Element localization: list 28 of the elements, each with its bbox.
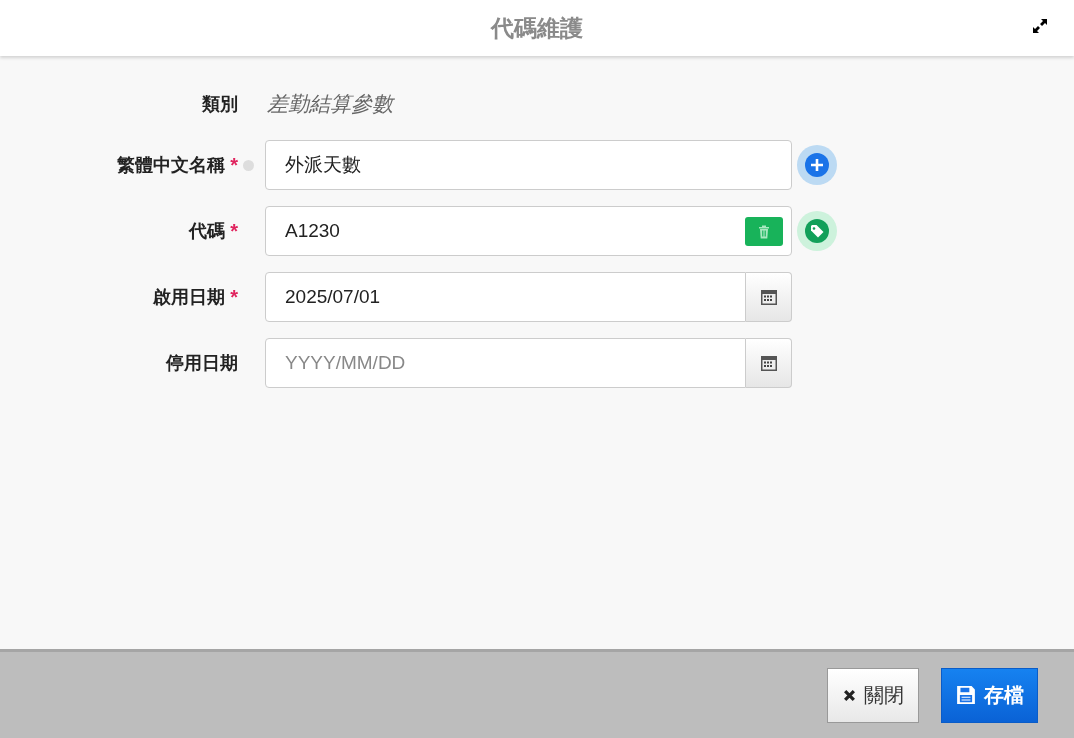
input-field[interactable]: A1230 (265, 206, 792, 256)
window-title: 代碼維護 (491, 13, 583, 43)
status-dot (243, 159, 254, 171)
field-label: 停用日期 (166, 352, 238, 375)
category-value: 差勤結算參數 (267, 91, 393, 117)
input-field[interactable]: YYYY/MM/DD (265, 338, 746, 388)
input-field[interactable]: 2025/07/01 (265, 272, 746, 322)
calendar-icon (759, 288, 778, 306)
expand-icon[interactable] (1032, 18, 1048, 34)
close-button[interactable]: 關閉 (827, 667, 919, 723)
required-mark: * (230, 153, 238, 177)
tag-button[interactable] (797, 211, 837, 251)
calendar-button[interactable] (746, 338, 792, 388)
field-label: 代碼 (189, 220, 226, 243)
calendar-icon (759, 354, 778, 372)
required-mark: * (230, 219, 238, 243)
trash-icon (758, 224, 770, 239)
input-field[interactable]: 外派天數 (265, 140, 792, 190)
save-button[interactable]: 存檔 (941, 667, 1038, 723)
field-label: 啟用日期 (153, 286, 226, 309)
field-label: 繁體中文名稱 (117, 154, 226, 177)
plus-icon (805, 153, 829, 177)
close-icon (842, 688, 856, 702)
tag-icon (805, 219, 829, 243)
add-button[interactable] (797, 145, 837, 185)
field-label: 類別 (202, 93, 238, 116)
calendar-button[interactable] (746, 272, 792, 322)
required-mark: * (230, 285, 238, 309)
